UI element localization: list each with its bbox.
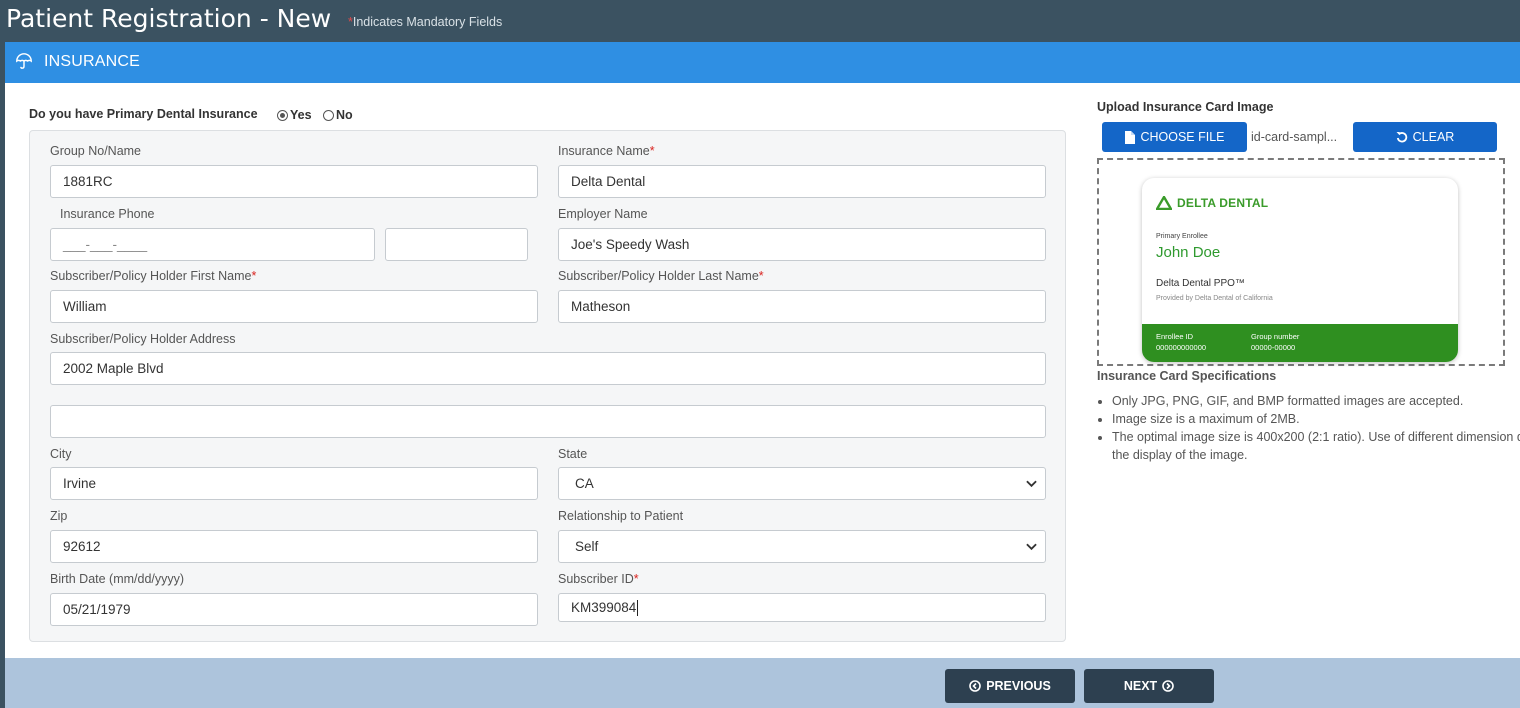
insurance-phone-input[interactable]: ___-___-____ [50, 228, 375, 261]
employer-name-input[interactable]: Joe's Speedy Wash [558, 228, 1046, 261]
relationship-label: Relationship to Patient [558, 509, 684, 523]
relationship-select-value: Self [575, 539, 599, 554]
choose-file-label: CHOOSE FILE [1140, 130, 1225, 144]
subscriber-id-label: Subscriber ID* [558, 572, 639, 586]
previous-label: PREVIOUS [986, 679, 1051, 693]
radio-yes-dot[interactable] [277, 109, 288, 121]
insurance-form [29, 130, 1066, 642]
insurance-phone-label: Insurance Phone [60, 207, 155, 221]
insurance-name-label-text: Insurance Name [558, 144, 650, 158]
zip-label: Zip [50, 509, 68, 523]
delta-dental-logo: DELTA DENTAL [1156, 196, 1268, 210]
card-brand: DELTA DENTAL [1177, 196, 1269, 210]
subscriber-id-value: KM399084 [571, 600, 637, 615]
top-bar: Patient Registration - New *Indicates Ma… [0, 0, 1520, 42]
radio-no-label: No [336, 108, 353, 122]
subscriber-id-input[interactable]: KM399084 [558, 593, 1046, 622]
relationship-select[interactable]: Self [558, 530, 1046, 563]
insurance-name-input[interactable]: Delta Dental [558, 165, 1046, 198]
section-title: INSURANCE [44, 53, 141, 70]
undo-icon [1396, 132, 1407, 143]
selected-file-name: id-card-sampl... [1251, 130, 1338, 144]
birth-date-input[interactable]: 05/21/1979 [50, 593, 538, 626]
subscriber-id-label-text: Subscriber ID [558, 572, 634, 586]
circle-arrow-left-icon [969, 680, 981, 692]
subscriber-first-name-label-text: Subscriber/Policy Holder First Name [50, 269, 252, 283]
clear-label: CLEAR [1412, 130, 1455, 144]
subscriber-first-name-label: Subscriber/Policy Holder First Name* [50, 269, 256, 283]
card-footer-band: Enrollee ID 000000000000 Group number 00… [1142, 324, 1458, 362]
next-label: NEXT [1123, 679, 1158, 693]
file-icon [1125, 130, 1136, 144]
card-id-label: Enrollee ID [1156, 332, 1194, 341]
state-label: State [558, 447, 588, 461]
required-star: * [633, 572, 639, 586]
subscriber-address-label: Subscriber/Policy Holder Address [50, 332, 236, 346]
subscriber-last-name-label-text: Subscriber/Policy Holder Last Name [558, 269, 759, 283]
card-group-label: Group number [1251, 332, 1300, 341]
page-title: Patient Registration - New [6, 4, 332, 33]
address-line1-input[interactable]: 2002 Maple Blvd [50, 352, 1046, 385]
group-no-input[interactable]: 1881RC [50, 165, 538, 198]
card-specs-list: Only JPG, PNG, GIF, and BMP formatted im… [1095, 392, 1520, 464]
zip-input[interactable]: 92612 [50, 530, 538, 563]
circle-arrow-right-icon [1162, 680, 1174, 692]
card-id-value: 000000000000 [1156, 343, 1207, 352]
required-star: * [649, 144, 655, 158]
card-enrollee-caption: Primary Enrollee [1156, 233, 1208, 240]
state-select-value: CA [575, 476, 594, 491]
spec-item: Image size is a maximum of 2MB. [1112, 410, 1520, 428]
required-star: * [251, 269, 257, 283]
footer-bar [5, 658, 1520, 708]
mandatory-note: *Indicates Mandatory Fields [348, 15, 502, 29]
spec-item: The optimal image size is 400x200 (2:1 r… [1112, 428, 1520, 464]
primary-insurance-question: Do you have Primary Dental Insurance [29, 107, 258, 121]
choose-file-button[interactable]: CHOOSE FILE [1102, 122, 1247, 152]
card-enrollee-name: John Doe [1156, 244, 1221, 261]
main-panel: INSURANCE Do you have Primary Dental Ins… [5, 42, 1520, 708]
city-label: City [50, 447, 72, 461]
subscriber-last-name-input[interactable]: Matheson [558, 290, 1046, 323]
clear-button[interactable]: CLEAR [1353, 122, 1497, 152]
radio-no-dot[interactable] [323, 109, 334, 121]
next-button[interactable]: NEXT [1084, 669, 1214, 703]
card-provider: Provided by Delta Dental of California [1156, 295, 1273, 302]
card-group-value: 00000-00000 [1251, 343, 1296, 352]
text-cursor [637, 599, 639, 616]
group-no-label: Group No/Name [50, 144, 142, 158]
radio-yes[interactable]: Yes [277, 108, 312, 122]
spec-item: Only JPG, PNG, GIF, and BMP formatted im… [1112, 392, 1520, 410]
radio-no[interactable]: No [323, 108, 353, 122]
previous-button[interactable]: PREVIOUS [945, 669, 1075, 703]
mandatory-note-text: Indicates Mandatory Fields [352, 15, 503, 29]
insurance-phone-ext-input[interactable] [385, 228, 528, 261]
delta-logo-icon [1156, 196, 1172, 210]
card-specs-title: Insurance Card Specifications [1097, 369, 1277, 383]
subscriber-last-name-label: Subscriber/Policy Holder Last Name* [558, 269, 764, 283]
required-star: * [758, 269, 764, 283]
employer-name-label: Employer Name [558, 207, 648, 221]
section-header-insurance[interactable]: INSURANCE [5, 42, 1520, 83]
chevron-down-icon [1026, 480, 1037, 487]
card-plan: Delta Dental PPO™ [1156, 278, 1245, 289]
subscriber-first-name-input[interactable]: William [50, 290, 538, 323]
chevron-down-icon [1026, 543, 1037, 550]
insurance-card-preview: DELTA DENTAL Primary Enrollee John Doe D… [1142, 178, 1458, 362]
city-input[interactable]: Irvine [50, 467, 538, 500]
insurance-name-label: Insurance Name* [558, 144, 655, 158]
radio-yes-label: Yes [290, 108, 312, 122]
upload-card-label: Upload Insurance Card Image [1097, 100, 1274, 114]
state-select[interactable]: CA [558, 467, 1046, 500]
address-line2-input[interactable] [50, 405, 1046, 438]
umbrella-icon [16, 53, 32, 69]
birth-date-label: Birth Date (mm/dd/yyyy) [50, 572, 185, 586]
